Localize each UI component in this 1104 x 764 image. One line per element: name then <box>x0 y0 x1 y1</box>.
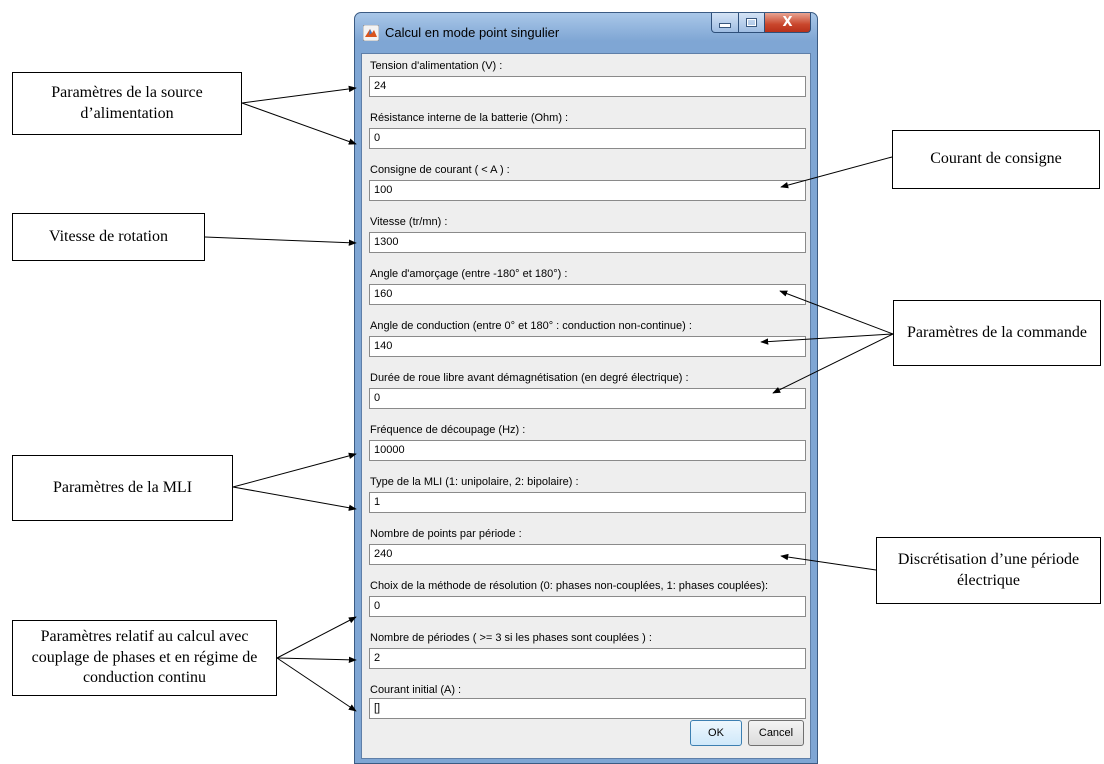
arrow-commande-conduction <box>760 333 894 345</box>
arrow-commande-amorcage <box>779 290 894 335</box>
arrow-discretisation <box>780 553 877 571</box>
arrow-calcul-periodes <box>276 656 357 664</box>
arrow-source-tension <box>241 85 357 104</box>
arrow-mli-frequence <box>232 452 357 488</box>
arrow-source-resistance <box>241 102 357 145</box>
arrow-vitesse <box>204 236 357 246</box>
arrow-calcul-methode <box>276 616 357 659</box>
arrow-consigne <box>780 156 893 189</box>
arrow-commande-roue-libre <box>772 333 894 394</box>
annotation-arrows <box>204 85 894 712</box>
arrow-calcul-courant <box>276 657 357 712</box>
arrow-mli-type <box>232 486 357 511</box>
